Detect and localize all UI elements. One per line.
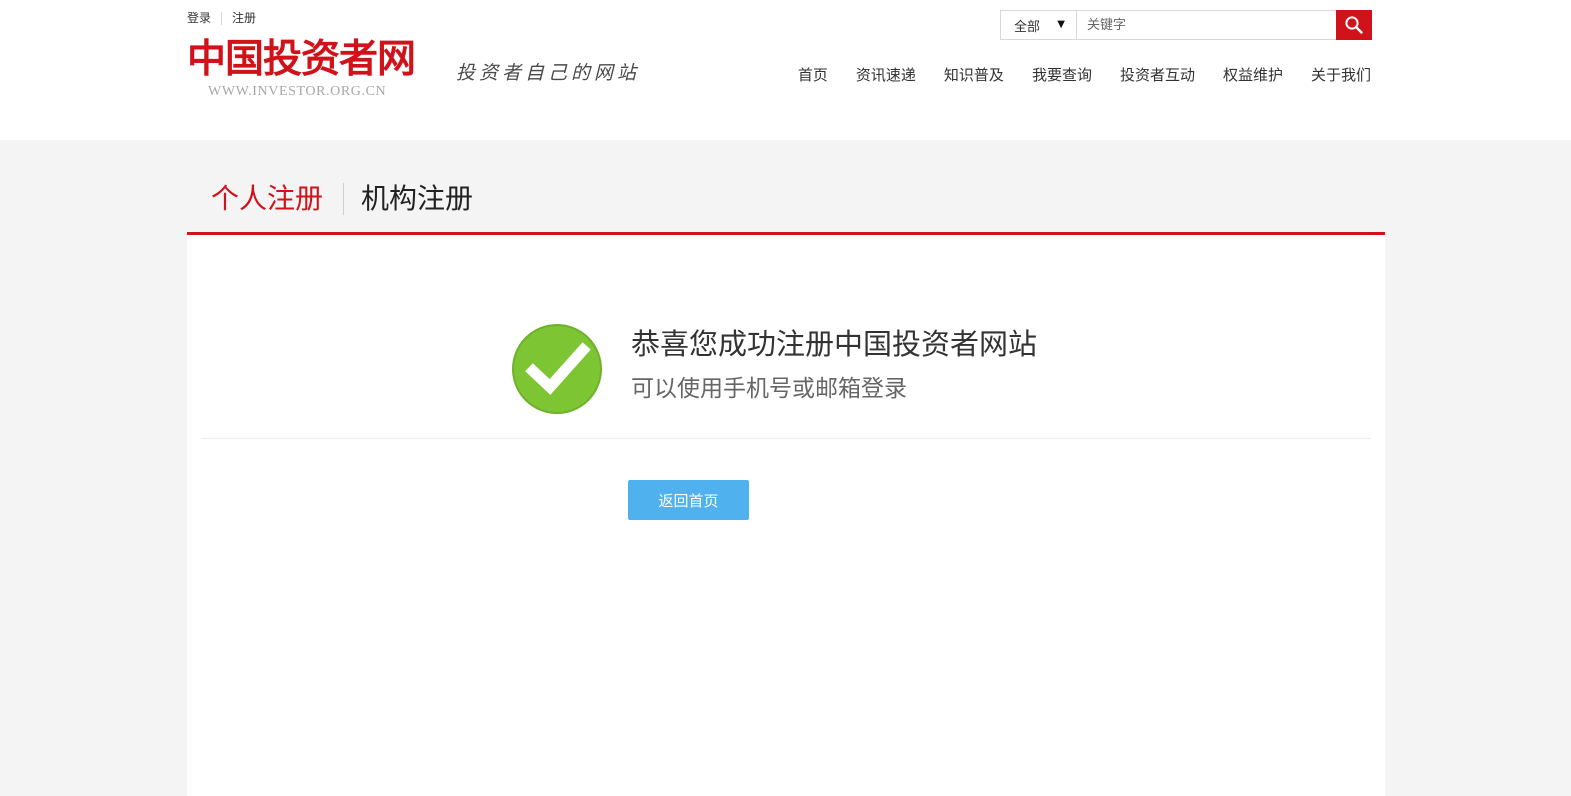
- caret-down-icon: ▼: [1057, 19, 1065, 30]
- nav-item-news[interactable]: 资讯速递: [856, 64, 916, 86]
- content-divider: [201, 438, 1371, 439]
- main-nav: 首页 资讯速递 知识普及 我要查询 投资者互动 权益维护 关于我们: [770, 64, 1371, 86]
- nav-item-knowledge[interactable]: 知识普及: [944, 64, 1004, 86]
- top-links: 登录 注册: [187, 10, 256, 26]
- search-bar: 全部 ▼: [1000, 10, 1372, 40]
- nav-item-rights[interactable]: 权益维护: [1223, 64, 1283, 86]
- search-input[interactable]: [1076, 10, 1336, 40]
- success-card: 恭喜您成功注册中国投资者网站 可以使用手机号或邮箱登录 返回首页: [187, 235, 1385, 796]
- register-link[interactable]: 注册: [232, 10, 256, 26]
- success-subtitle: 可以使用手机号或邮箱登录: [631, 376, 907, 402]
- top-links-divider: [221, 11, 223, 25]
- site-header: 登录 注册 中国投资者网 WWW.INVESTOR.ORG.CN 投资者自己的网…: [0, 0, 1571, 140]
- search-category-select[interactable]: 全部 ▼: [1000, 10, 1076, 40]
- nav-item-about[interactable]: 关于我们: [1311, 64, 1371, 86]
- logo-title: 中国投资者网: [187, 36, 416, 82]
- back-home-button[interactable]: 返回首页: [628, 480, 749, 520]
- nav-item-query[interactable]: 我要查询: [1032, 64, 1092, 86]
- logo-url: WWW.INVESTOR.ORG.CN: [208, 84, 387, 99]
- tab-institution-registration[interactable]: 机构注册: [361, 179, 473, 219]
- check-circle-icon: [512, 324, 602, 414]
- login-link[interactable]: 登录: [187, 10, 211, 26]
- success-title: 恭喜您成功注册中国投资者网站: [631, 327, 1038, 361]
- search-icon: [1345, 16, 1363, 34]
- search-category-value: 全部: [1014, 19, 1041, 35]
- site-slogan: 投资者自己的网站: [456, 62, 641, 84]
- nav-item-home[interactable]: 首页: [798, 64, 828, 86]
- search-button[interactable]: [1336, 10, 1372, 40]
- registration-tabs: 个人注册 机构注册: [187, 165, 1385, 233]
- tab-personal-registration[interactable]: 个人注册: [211, 179, 323, 219]
- nav-item-interaction[interactable]: 投资者互动: [1120, 64, 1195, 86]
- tab-divider: [343, 183, 345, 215]
- site-logo[interactable]: 中国投资者网 WWW.INVESTOR.ORG.CN: [187, 38, 437, 102]
